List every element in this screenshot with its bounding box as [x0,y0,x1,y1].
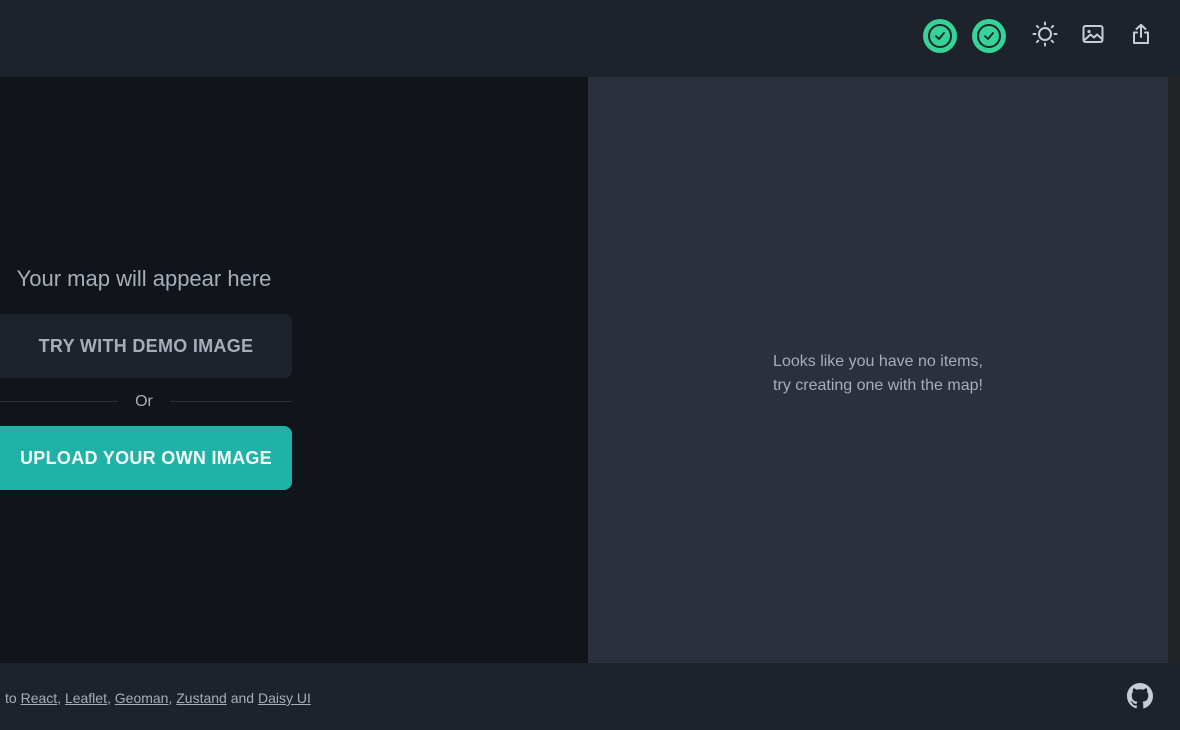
credits-prefix: to [5,690,17,706]
github-link[interactable] [1126,682,1154,714]
daisy-ui-link[interactable]: Daisy UI [258,690,311,706]
empty-items-line: try creating one with the map! [773,377,983,394]
divider-line [0,401,118,402]
export-button[interactable] [1124,19,1158,53]
theme-toggle-button[interactable] [1028,19,1062,53]
divider-line [170,401,292,402]
status-ok-button[interactable] [972,19,1006,53]
empty-items-message: Looks like you have no items, try creati… [588,350,1168,398]
check-circle-icon [928,24,952,48]
image-button[interactable] [1076,19,1110,53]
top-bar [0,0,1180,77]
separator: , [168,690,173,706]
check-circle-icon [977,24,1001,48]
github-icon [1127,682,1153,714]
or-divider-label: Or [135,393,153,410]
react-link[interactable]: React [21,690,58,706]
image-icon [1082,24,1104,49]
separator: , [106,690,111,706]
zustand-link[interactable]: Zustand [176,690,227,706]
geoman-link[interactable]: Geoman [115,690,169,706]
share-upload-icon [1131,23,1151,50]
leaflet-link[interactable]: Leaflet [65,690,107,706]
upload-image-button[interactable]: UPLOAD YOUR OWN IMAGE [0,426,292,490]
credits-and: and [230,690,255,706]
sun-icon [1032,21,1058,52]
empty-items-line: Looks like you have no items, [773,353,983,370]
credits-text: to React, Leaflet, Geoman, Zustand and D… [5,690,311,706]
scrollbar[interactable] [1168,77,1180,663]
map-placeholder-title: Your map will appear here [16,266,272,291]
status-ok-button[interactable] [923,19,957,53]
try-demo-image-button[interactable]: TRY WITH DEMO IMAGE [0,314,292,378]
separator: , [57,690,62,706]
